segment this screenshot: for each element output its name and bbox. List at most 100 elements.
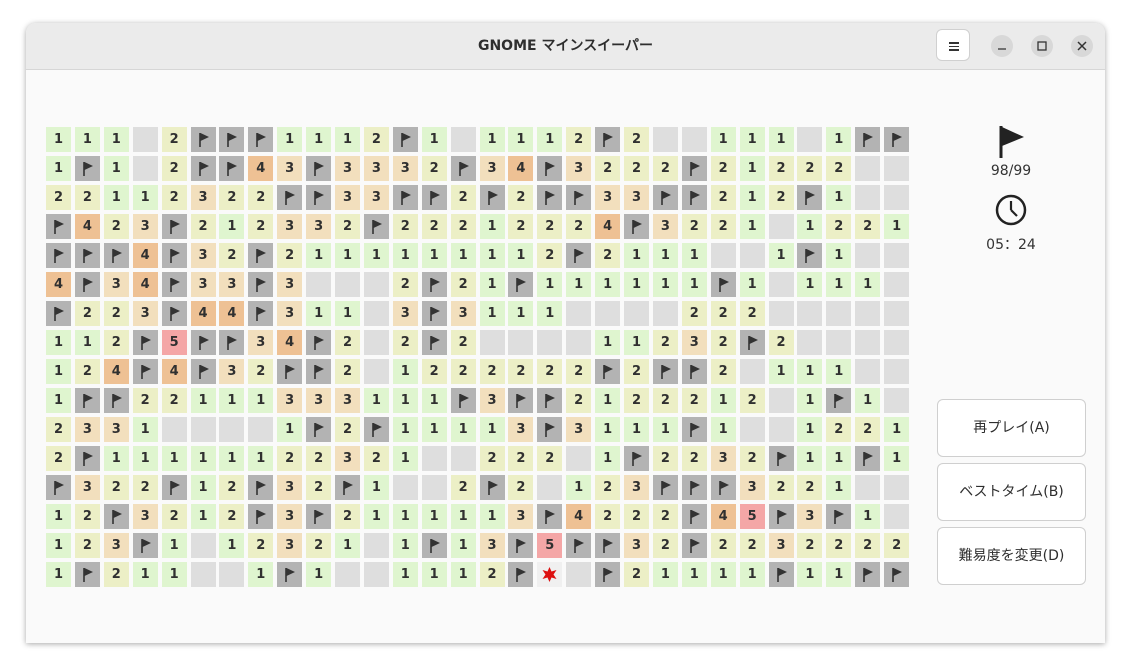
number-cell[interactable]: 2 <box>335 504 360 529</box>
number-cell[interactable]: 2 <box>335 330 360 355</box>
number-cell[interactable]: 2 <box>363 446 389 471</box>
flagged-cell[interactable] <box>421 301 447 326</box>
number-cell[interactable]: 3 <box>566 417 592 442</box>
unrevealed-cell[interactable] <box>508 330 534 355</box>
number-cell[interactable]: 2 <box>248 359 274 384</box>
number-cell[interactable]: 1 <box>624 330 649 355</box>
number-cell[interactable]: 1 <box>595 417 621 442</box>
flagged-cell[interactable] <box>450 388 476 413</box>
unrevealed-cell[interactable] <box>392 475 418 500</box>
number-cell[interactable]: 3 <box>652 214 678 239</box>
flagged-cell[interactable] <box>46 301 71 326</box>
number-cell[interactable]: 1 <box>855 272 881 297</box>
number-cell[interactable]: 1 <box>132 562 158 587</box>
number-cell[interactable]: 1 <box>421 243 447 268</box>
number-cell[interactable]: 1 <box>710 562 736 587</box>
unrevealed-cell[interactable] <box>884 359 910 384</box>
flagged-cell[interactable] <box>248 243 274 268</box>
number-cell[interactable]: 1 <box>392 388 418 413</box>
number-cell[interactable]: 2 <box>508 359 534 384</box>
number-cell[interactable]: 1 <box>652 562 678 587</box>
number-cell[interactable]: 3 <box>277 272 303 297</box>
number-cell[interactable]: 2 <box>739 301 765 326</box>
number-cell[interactable]: 3 <box>335 156 360 181</box>
flagged-cell[interactable] <box>710 272 736 297</box>
flagged-cell[interactable] <box>190 359 216 384</box>
number-cell[interactable]: 1 <box>335 533 360 558</box>
number-cell[interactable]: 3 <box>277 533 303 558</box>
number-cell[interactable]: 2 <box>421 156 447 181</box>
number-cell[interactable]: 1 <box>681 562 707 587</box>
flagged-cell[interactable] <box>450 156 476 181</box>
flagged-cell[interactable] <box>768 446 794 471</box>
flagged-cell[interactable] <box>537 388 563 413</box>
number-cell[interactable]: 3 <box>306 214 332 239</box>
number-cell[interactable]: 1 <box>219 446 245 471</box>
number-cell[interactable]: 3 <box>103 417 129 442</box>
number-cell[interactable]: 1 <box>219 214 245 239</box>
unrevealed-cell[interactable] <box>363 533 389 558</box>
number-cell[interactable]: 1 <box>710 417 736 442</box>
unrevealed-cell[interactable] <box>363 272 389 297</box>
number-cell[interactable]: 1 <box>624 272 649 297</box>
flagged-cell[interactable] <box>855 127 881 152</box>
number-cell[interactable]: 1 <box>797 562 823 587</box>
flagged-cell[interactable] <box>681 156 707 181</box>
number-cell[interactable]: 1 <box>46 533 71 558</box>
number-cell[interactable]: 4 <box>595 214 621 239</box>
flagged-cell[interactable] <box>421 533 447 558</box>
unrevealed-cell[interactable] <box>826 301 852 326</box>
number-cell[interactable]: 2 <box>855 533 881 558</box>
number-cell[interactable]: 3 <box>624 475 649 500</box>
unrevealed-cell[interactable] <box>335 272 360 297</box>
number-cell[interactable]: 3 <box>681 330 707 355</box>
flagged-cell[interactable] <box>74 243 100 268</box>
unrevealed-cell[interactable] <box>566 446 592 471</box>
flagged-cell[interactable] <box>884 127 910 152</box>
number-cell[interactable]: 2 <box>710 533 736 558</box>
number-cell[interactable]: 4 <box>248 156 274 181</box>
number-cell[interactable]: 1 <box>710 127 736 152</box>
number-cell[interactable]: 2 <box>710 301 736 326</box>
flagged-cell[interactable] <box>797 243 823 268</box>
flagged-cell[interactable] <box>595 127 621 152</box>
number-cell[interactable]: 1 <box>306 301 332 326</box>
number-cell[interactable]: 2 <box>826 156 852 181</box>
flagged-cell[interactable] <box>537 156 563 181</box>
number-cell[interactable]: 1 <box>739 562 765 587</box>
unrevealed-cell[interactable] <box>797 301 823 326</box>
number-cell[interactable]: 3 <box>479 156 505 181</box>
number-cell[interactable]: 1 <box>797 388 823 413</box>
number-cell[interactable]: 2 <box>595 243 621 268</box>
number-cell[interactable]: 1 <box>624 417 649 442</box>
number-cell[interactable]: 1 <box>306 243 332 268</box>
number-cell[interactable]: 1 <box>450 533 476 558</box>
number-cell[interactable]: 1 <box>363 388 389 413</box>
flagged-cell[interactable] <box>306 504 332 529</box>
number-cell[interactable]: 3 <box>797 504 823 529</box>
number-cell[interactable]: 1 <box>46 388 71 413</box>
close-button[interactable] <box>1071 35 1093 57</box>
number-cell[interactable]: 2 <box>768 185 794 210</box>
flagged-cell[interactable] <box>826 388 852 413</box>
number-cell[interactable]: 4 <box>508 156 534 181</box>
number-cell[interactable]: 2 <box>46 185 71 210</box>
unrevealed-cell[interactable] <box>855 301 881 326</box>
number-cell[interactable]: 3 <box>363 156 389 181</box>
number-cell[interactable]: 1 <box>479 301 505 326</box>
unrevealed-cell[interactable] <box>681 127 707 152</box>
number-cell[interactable]: 3 <box>335 185 360 210</box>
number-cell[interactable]: 2 <box>710 156 736 181</box>
number-cell[interactable]: 1 <box>132 446 158 471</box>
number-cell[interactable]: 2 <box>797 533 823 558</box>
number-cell[interactable]: 3 <box>739 475 765 500</box>
number-cell[interactable]: 3 <box>508 504 534 529</box>
number-cell[interactable]: 4 <box>161 359 187 384</box>
unrevealed-cell[interactable] <box>768 301 794 326</box>
number-cell[interactable]: 1 <box>392 417 418 442</box>
number-cell[interactable]: 2 <box>450 475 476 500</box>
replay-button[interactable]: 再プレイ(A) <box>937 399 1086 457</box>
number-cell[interactable]: 2 <box>335 417 360 442</box>
number-cell[interactable]: 1 <box>335 127 360 152</box>
flagged-cell[interactable] <box>392 185 418 210</box>
